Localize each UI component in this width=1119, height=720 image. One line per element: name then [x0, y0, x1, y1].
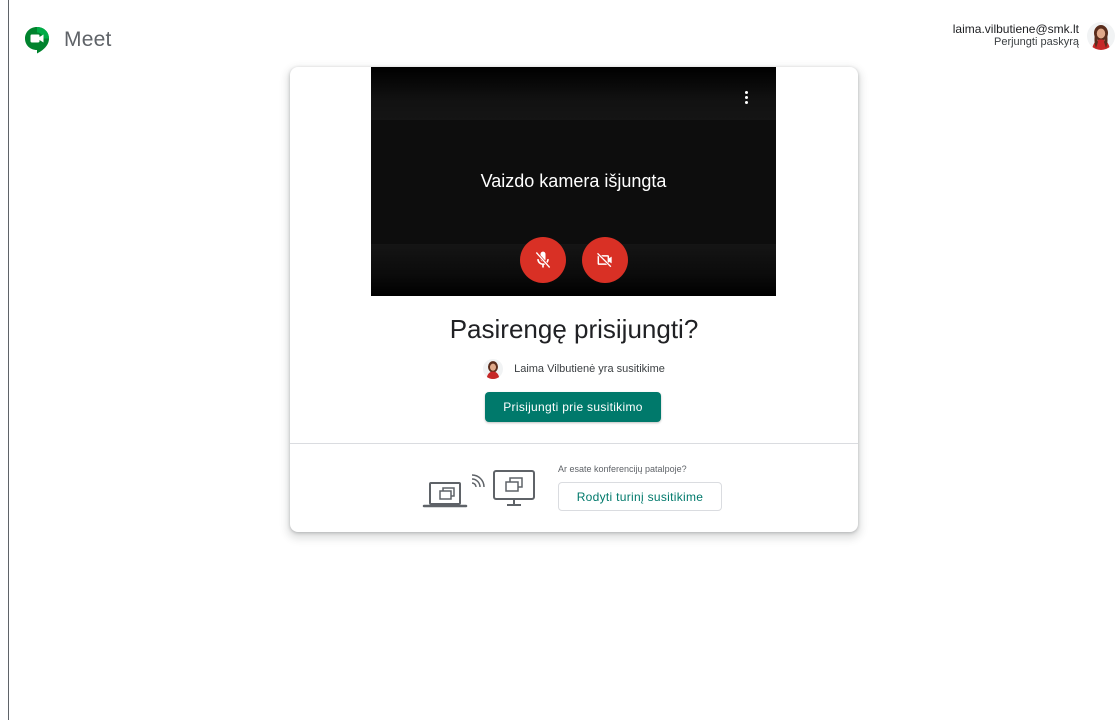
videocam-off-icon [596, 252, 612, 268]
mic-off-icon [534, 251, 551, 269]
page-left-edge [8, 0, 9, 720]
join-meeting-button[interactable]: Prisijungti prie susitikimo [485, 392, 661, 422]
more-vert-icon [744, 90, 748, 94]
app-name: Meet [64, 28, 112, 51]
account-email: laima.vilbutiene@smk.lt [952, 22, 1079, 36]
section-divider [290, 443, 858, 444]
ready-to-join-title: Pasirengę prisijungti? [449, 314, 699, 344]
more-options-button[interactable] [736, 87, 756, 107]
participants-in-meeting: Laima Vilbutienė yra susitikime [290, 359, 858, 379]
account-switcher[interactable]: laima.vilbutiene@smk.lt Perjungti paskyr… [953, 22, 1115, 50]
participant-avatar [483, 359, 504, 379]
account-avatar[interactable] [1087, 22, 1115, 50]
media-controls [371, 237, 776, 283]
meet-logo[interactable]: Meet [24, 26, 112, 54]
participant-status-text: Laima Vilbutienė yra susitikime [514, 363, 665, 375]
camera-toggle-button[interactable] [581, 237, 628, 283]
account-info: laima.vilbutiene@smk.lt Perjungti paskyr… [953, 23, 1079, 49]
more-vert-icon-dot [744, 95, 748, 99]
more-vert-icon-dot [744, 100, 748, 104]
present-to-room-illustration [422, 470, 535, 508]
microphone-toggle-button[interactable] [519, 237, 566, 283]
present-to-meeting-button[interactable]: Rodyti turinį susitikime [558, 482, 722, 511]
switch-account-link[interactable]: Perjungti paskyrą [953, 36, 1079, 49]
meet-logo-icon [25, 27, 49, 54]
join-card: Vaizdo kamera išjungta Pasirengę prisiju… [290, 67, 858, 532]
preview-top-shade [371, 67, 776, 120]
camera-off-message: Vaizdo kamera išjungta [480, 171, 667, 191]
conference-room-question: Ar esate konferencijų patalpoje? [558, 464, 687, 474]
video-preview: Vaizdo kamera išjungta [371, 67, 776, 296]
